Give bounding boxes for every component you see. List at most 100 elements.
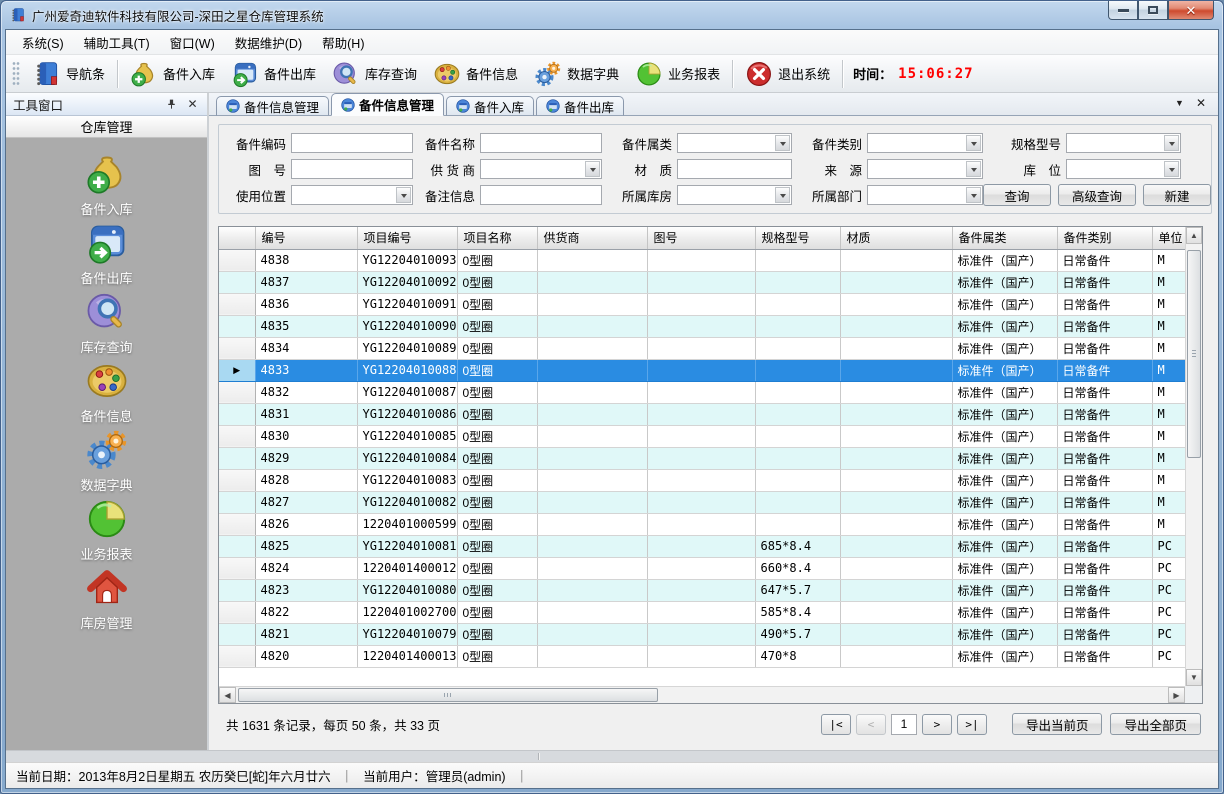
row-selector[interactable] bbox=[219, 425, 255, 447]
dropdown-arrow-icon[interactable] bbox=[775, 135, 790, 151]
export-current-page-button[interactable]: 导出当前页 bbox=[1012, 713, 1103, 735]
sidebar-item-2[interactable]: 库存查询 bbox=[6, 290, 207, 359]
sidebar-item-3[interactable]: 备件信息 bbox=[6, 359, 207, 428]
table-row[interactable]: 482012204014000130型圈470*8标准件（国产）日常备件PC bbox=[219, 645, 1185, 667]
form-select-r0c3[interactable] bbox=[867, 133, 983, 153]
table-row[interactable]: 4838YG122040100930型圈标准件（国产）日常备件M bbox=[219, 249, 1185, 271]
column-header-project_name[interactable]: 项目名称 bbox=[457, 227, 537, 249]
field-text[interactable] bbox=[868, 160, 982, 178]
query-button[interactable]: 查询 bbox=[983, 184, 1051, 206]
vertical-scrollbar-thumb[interactable] bbox=[1187, 250, 1201, 458]
row-selector[interactable] bbox=[219, 623, 255, 645]
form-input-r0c1[interactable] bbox=[480, 133, 602, 153]
toolbar-grip-handle[interactable] bbox=[12, 61, 20, 87]
sidebar-item-4[interactable]: 数据字典 bbox=[6, 428, 207, 497]
sidebar-item-0[interactable]: 备件入库 bbox=[6, 152, 207, 221]
form-select-r2c3[interactable] bbox=[867, 185, 983, 205]
form-select-r2c2[interactable] bbox=[677, 185, 792, 205]
table-row[interactable]: 4831YG122040100860型圈标准件（国产）日常备件M bbox=[219, 403, 1185, 425]
toolbar-button-4[interactable]: 备件信息 bbox=[425, 57, 526, 91]
form-input-r0c0[interactable] bbox=[291, 133, 413, 153]
form-input-r1c0[interactable] bbox=[291, 159, 413, 179]
row-selector[interactable]: ▶ bbox=[219, 359, 255, 381]
menu-item-3[interactable]: 数据维护(D) bbox=[225, 30, 312, 55]
sidebar-close-icon[interactable]: ✕ bbox=[185, 97, 200, 112]
dropdown-arrow-icon[interactable] bbox=[585, 161, 600, 177]
row-selector[interactable] bbox=[219, 293, 255, 315]
advanced-query-button[interactable]: 高级查询 bbox=[1058, 184, 1136, 206]
form-select-r1c3[interactable] bbox=[867, 159, 983, 179]
toolbar-button-3[interactable]: 库存查询 bbox=[324, 57, 425, 91]
row-selector[interactable] bbox=[219, 381, 255, 403]
last-page-button[interactable]: >| bbox=[957, 714, 987, 735]
scroll-up-icon[interactable]: ▲ bbox=[1186, 227, 1202, 244]
prev-page-button[interactable]: < bbox=[856, 714, 886, 735]
pin-icon[interactable] bbox=[164, 97, 179, 112]
field-text[interactable] bbox=[868, 134, 982, 152]
row-selector[interactable] bbox=[219, 271, 255, 293]
dropdown-arrow-icon[interactable] bbox=[775, 187, 790, 203]
table-row[interactable]: 4830YG122040100850型圈标准件（国产）日常备件M bbox=[219, 425, 1185, 447]
dropdown-arrow-icon[interactable] bbox=[396, 187, 411, 203]
form-select-r1c4[interactable] bbox=[1066, 159, 1181, 179]
row-selector[interactable] bbox=[219, 249, 255, 271]
sidebar-item-6[interactable]: 库房管理 bbox=[6, 566, 207, 635]
dropdown-arrow-icon[interactable] bbox=[966, 187, 981, 203]
column-header-type[interactable]: 备件类别 bbox=[1057, 227, 1152, 249]
column-header-spec[interactable]: 规格型号 bbox=[755, 227, 840, 249]
table-row[interactable]: 4834YG122040100890型圈标准件（国产）日常备件M bbox=[219, 337, 1185, 359]
toolbar-button-2[interactable]: 备件出库 bbox=[223, 57, 324, 91]
vertical-scrollbar[interactable]: ▲ ▼ bbox=[1185, 227, 1202, 686]
scroll-down-icon[interactable]: ▼ bbox=[1186, 669, 1202, 686]
table-row[interactable]: 4823YG122040100800型圈647*5.7标准件（国产）日常备件PC bbox=[219, 579, 1185, 601]
row-selector[interactable] bbox=[219, 469, 255, 491]
toolbar-button-1[interactable]: 备件入库 bbox=[122, 57, 223, 91]
column-header-material[interactable]: 材质 bbox=[840, 227, 952, 249]
table-row[interactable]: 4827YG122040100820型圈标准件（国产）日常备件M bbox=[219, 491, 1185, 513]
toolbar-button-6[interactable]: 业务报表 bbox=[627, 57, 728, 91]
row-selector[interactable] bbox=[219, 315, 255, 337]
field-text[interactable] bbox=[481, 186, 601, 204]
form-select-r1c1[interactable] bbox=[480, 159, 602, 179]
row-selector[interactable] bbox=[219, 601, 255, 623]
tab-close-icon[interactable]: ✕ bbox=[1196, 96, 1206, 110]
field-text[interactable] bbox=[481, 160, 601, 178]
page-number-box[interactable]: 1 bbox=[891, 714, 917, 735]
scroll-left-icon[interactable]: ◀ bbox=[219, 687, 236, 703]
form-select-r0c2[interactable] bbox=[677, 133, 792, 153]
sidebar-item-5[interactable]: 业务报表 bbox=[6, 497, 207, 566]
table-row[interactable]: 4821YG122040100790型圈490*5.7标准件（国产）日常备件PC bbox=[219, 623, 1185, 645]
field-text[interactable] bbox=[678, 160, 791, 178]
form-input-r2c1[interactable] bbox=[480, 185, 602, 205]
table-row[interactable]: ▶4833YG122040100880型圈标准件（国产）日常备件M bbox=[219, 359, 1185, 381]
form-select-r2c0[interactable] bbox=[291, 185, 413, 205]
tab-list-chevron-down-icon[interactable]: ▼ bbox=[1175, 98, 1184, 108]
menu-item-4[interactable]: 帮助(H) bbox=[312, 30, 374, 55]
table-row[interactable]: 4832YG122040100870型圈标准件（国产）日常备件M bbox=[219, 381, 1185, 403]
tab-2[interactable]: 备件入库 bbox=[446, 96, 534, 116]
form-input-r1c2[interactable] bbox=[677, 159, 792, 179]
menu-item-1[interactable]: 辅助工具(T) bbox=[74, 30, 160, 55]
column-header-id[interactable]: 编号 bbox=[255, 227, 357, 249]
column-header-supplier[interactable]: 供货商 bbox=[537, 227, 647, 249]
table-row[interactable]: 4825YG122040100810型圈685*8.4标准件（国产）日常备件PC bbox=[219, 535, 1185, 557]
menu-item-2[interactable]: 窗口(W) bbox=[160, 30, 225, 55]
scroll-right-icon[interactable]: ▶ bbox=[1168, 687, 1185, 703]
row-selector[interactable] bbox=[219, 645, 255, 667]
horizontal-scrollbar-thumb[interactable] bbox=[238, 688, 658, 702]
tab-0[interactable]: 备件信息管理 bbox=[216, 96, 329, 116]
row-selector[interactable] bbox=[219, 403, 255, 425]
table-row[interactable]: 482212204010027000型圈585*8.4标准件（国产）日常备件PC bbox=[219, 601, 1185, 623]
dropdown-arrow-icon[interactable] bbox=[1164, 161, 1179, 177]
row-selector[interactable] bbox=[219, 491, 255, 513]
row-selector[interactable] bbox=[219, 513, 255, 535]
column-header-unit[interactable]: 单位 bbox=[1152, 227, 1185, 249]
table-row[interactable]: 482412204014000120型圈660*8.4标准件（国产）日常备件PC bbox=[219, 557, 1185, 579]
column-header-category[interactable]: 备件属类 bbox=[952, 227, 1057, 249]
close-button[interactable]: ✕ bbox=[1168, 1, 1214, 20]
column-header-figure_no[interactable]: 图号 bbox=[647, 227, 755, 249]
first-page-button[interactable]: |< bbox=[821, 714, 851, 735]
field-text[interactable] bbox=[292, 160, 412, 178]
toolbar-button-5[interactable]: 数据字典 bbox=[526, 57, 627, 91]
toolbar-button-0[interactable]: 导航条 bbox=[25, 57, 113, 91]
